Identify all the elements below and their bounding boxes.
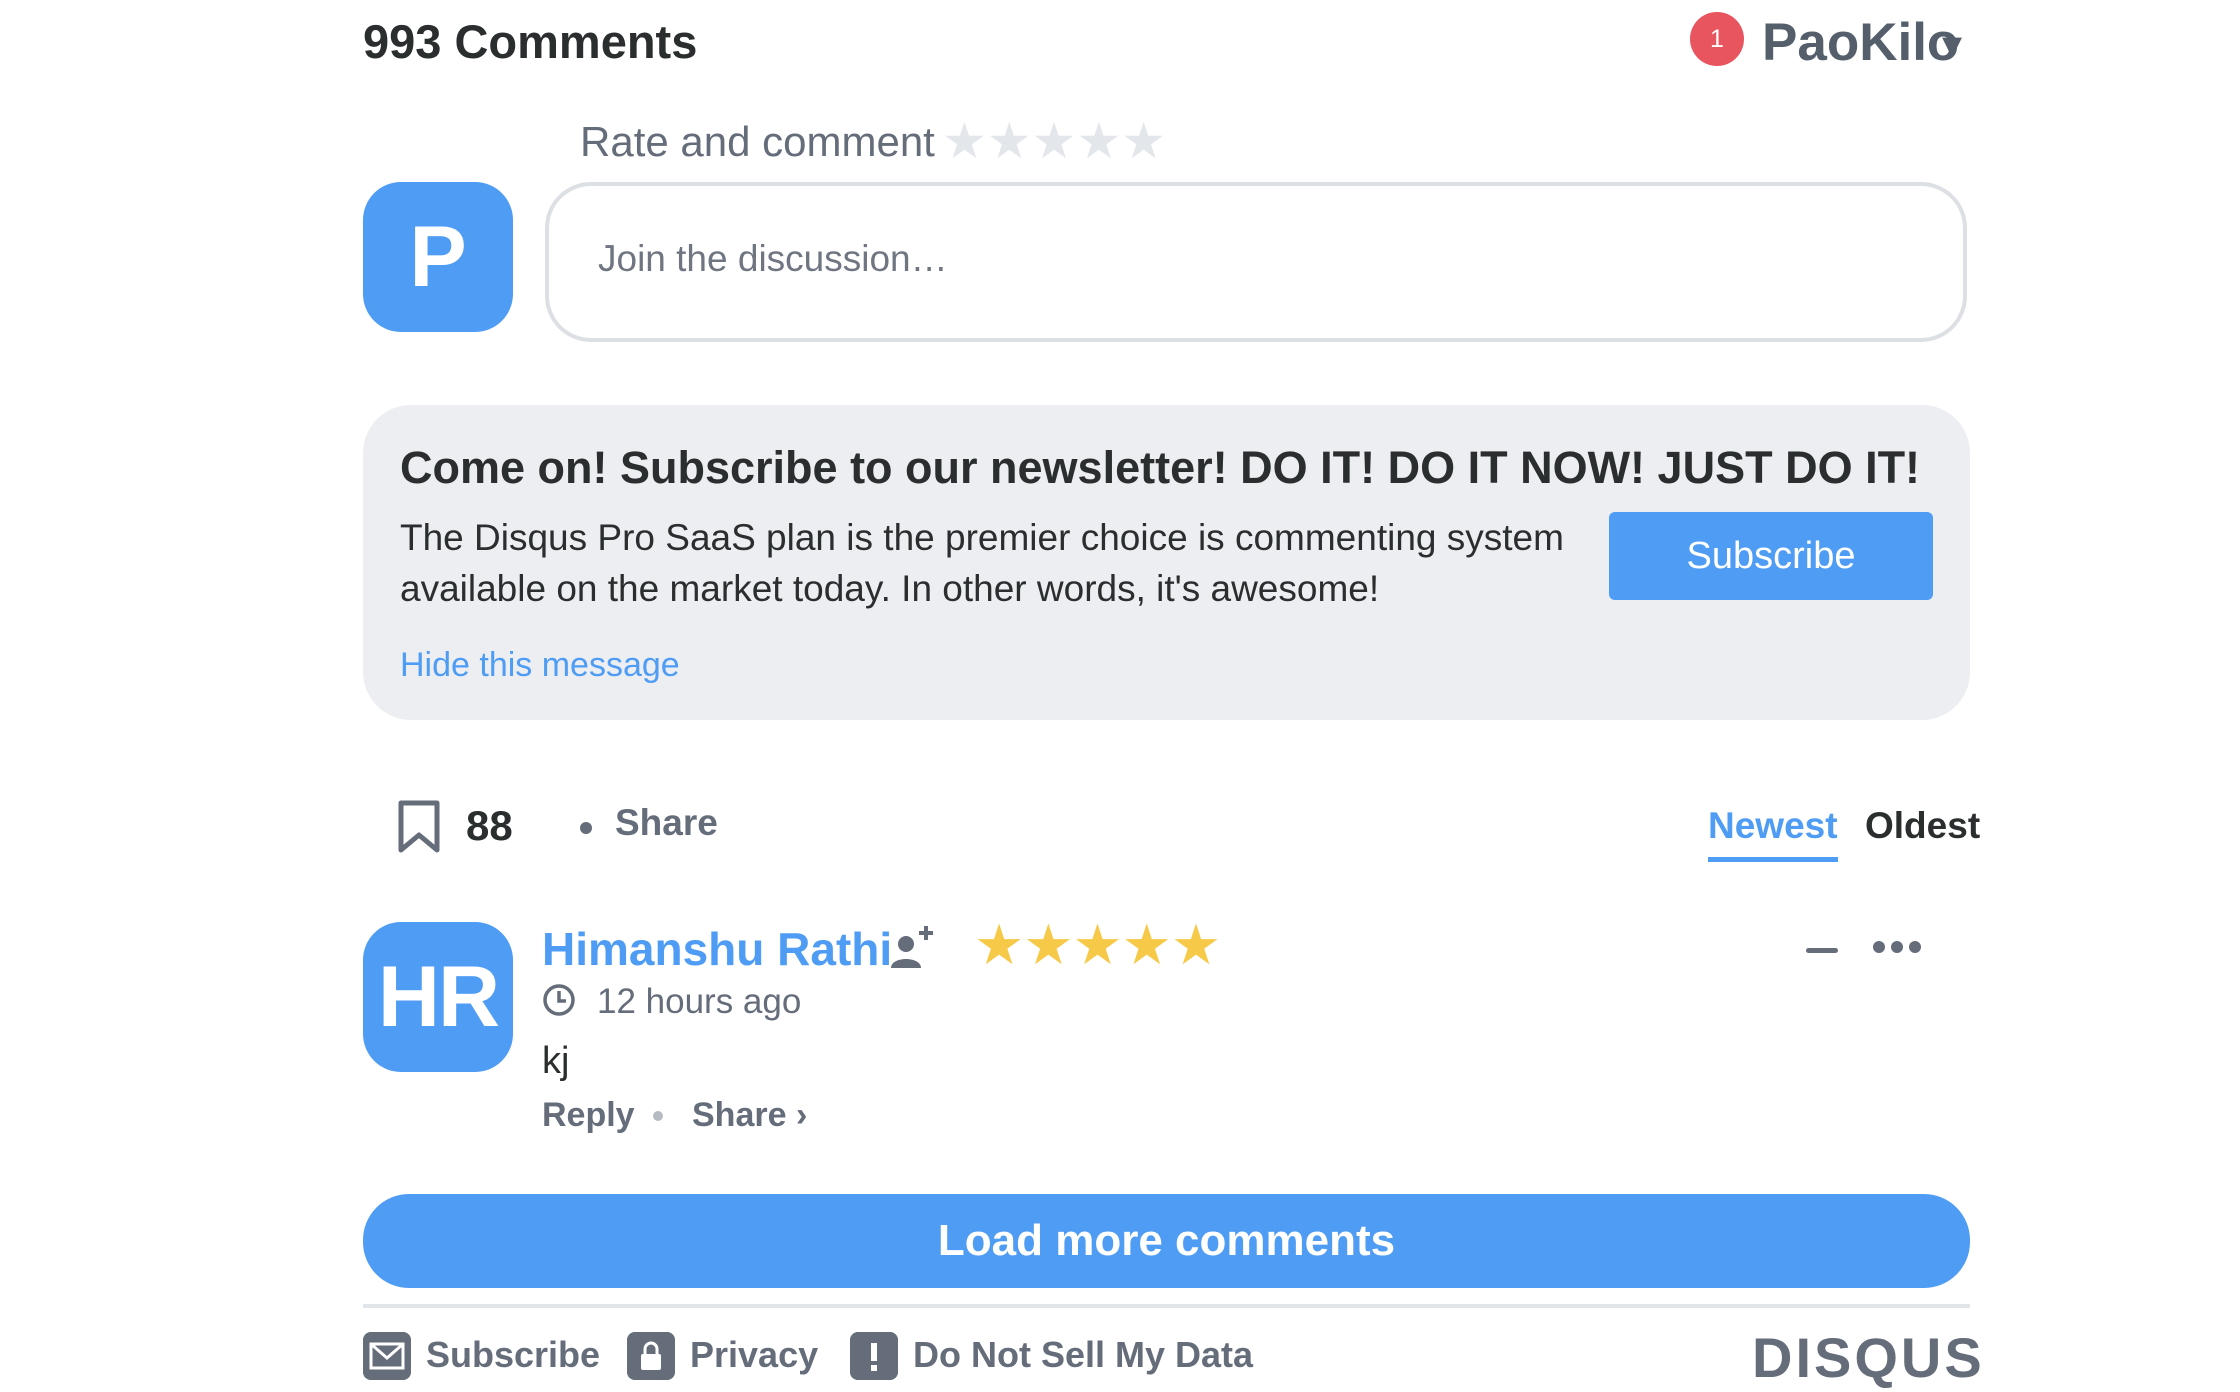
disqus-logo[interactable]: DISQUS bbox=[1752, 1325, 1985, 1390]
mail-icon[interactable] bbox=[363, 1332, 411, 1380]
reply-button[interactable]: Reply bbox=[542, 1096, 635, 1135]
comment-body: kj bbox=[542, 1040, 570, 1082]
rate-label: Rate and comment bbox=[580, 118, 935, 165]
hide-message-link[interactable]: Hide this message bbox=[400, 646, 680, 685]
collapse-icon[interactable] bbox=[1806, 948, 1838, 953]
notification-badge[interactable]: 1 bbox=[1690, 12, 1744, 66]
rating-stars-input[interactable]: ★★★★★ bbox=[942, 112, 1166, 170]
promo-text: The Disqus Pro SaaS plan is the premier … bbox=[400, 517, 1564, 609]
user-menu-name[interactable]: PaoKilo bbox=[1762, 12, 1959, 73]
comment-timestamp[interactable]: 12 hours ago bbox=[597, 982, 801, 1022]
subscribe-button[interactable]: Subscribe bbox=[1609, 512, 1933, 600]
comment-author[interactable]: Himanshu Rathi bbox=[542, 922, 892, 976]
comment-rating-stars: ★★★★★ bbox=[974, 913, 1221, 976]
load-more-button[interactable]: Load more comments bbox=[363, 1194, 1970, 1288]
clock-icon bbox=[543, 984, 575, 1016]
lock-icon[interactable] bbox=[627, 1332, 675, 1380]
comment-share-button[interactable]: Share › bbox=[692, 1096, 807, 1135]
follow-user-icon[interactable] bbox=[888, 924, 936, 972]
comment-input-placeholder[interactable]: Join the discussion… bbox=[598, 238, 948, 280]
footer-do-not-sell-link[interactable]: Do Not Sell My Data bbox=[913, 1334, 1253, 1376]
tab-newest[interactable]: Newest bbox=[1708, 805, 1838, 862]
promo-title: Come on! Subscribe to our newsletter! DO… bbox=[400, 442, 1921, 493]
share-button[interactable]: Share bbox=[615, 802, 718, 844]
chevron-down-icon[interactable]: ▾ bbox=[1942, 22, 1962, 68]
alert-icon[interactable] bbox=[850, 1332, 898, 1380]
avatar[interactable]: P bbox=[363, 182, 513, 332]
avatar[interactable]: HR bbox=[363, 922, 513, 1072]
comment-count: 993 Comments bbox=[363, 15, 698, 68]
footer-privacy-link[interactable]: Privacy bbox=[690, 1334, 818, 1376]
tab-oldest[interactable]: Oldest bbox=[1865, 805, 1980, 847]
separator-dot bbox=[580, 822, 592, 834]
separator-dot bbox=[653, 1111, 663, 1121]
footer-subscribe-link[interactable]: Subscribe bbox=[426, 1334, 600, 1376]
more-options-icon[interactable] bbox=[1872, 937, 1922, 957]
bookmark-icon[interactable] bbox=[397, 800, 441, 854]
bookmark-count: 88 bbox=[466, 802, 513, 849]
divider bbox=[363, 1304, 1970, 1308]
